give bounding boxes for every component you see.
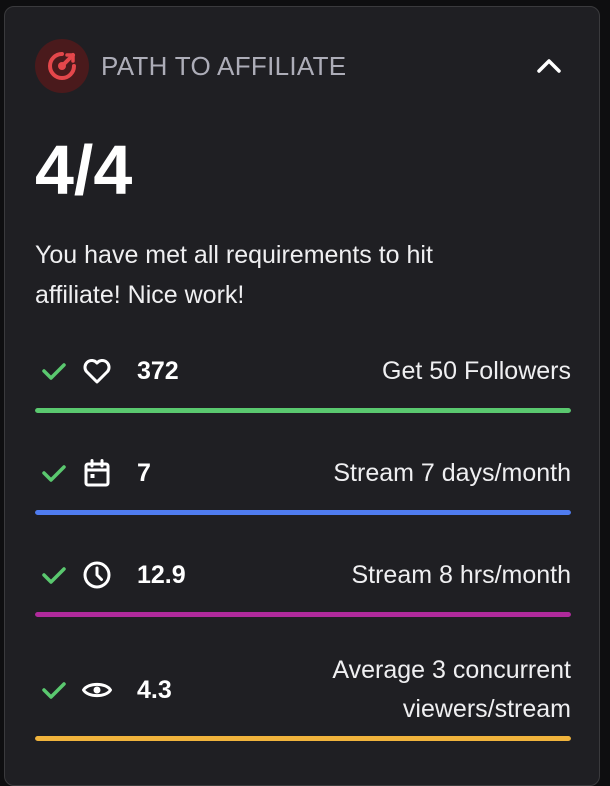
affiliate-badge	[35, 39, 89, 93]
heart-icon	[75, 357, 119, 385]
stream-days-goal: Stream 7 days/month	[333, 458, 571, 487]
collapse-button[interactable]	[529, 46, 569, 86]
stream-hours-value: 12.9	[137, 560, 186, 589]
followers-value: 372	[137, 356, 179, 385]
chevron-up-icon	[537, 59, 561, 73]
stream-hours-goal: Stream 8 hrs/month	[351, 560, 571, 589]
requirement-followers: 372 Get 50 Followers	[35, 351, 571, 421]
check-icon	[35, 680, 75, 700]
followers-progress-bar	[35, 408, 571, 413]
viewers-progress-bar	[35, 736, 571, 741]
requirement-concurrent-viewers: 4.3 Average 3 concurrent viewers/stream	[35, 651, 571, 751]
card-header: PATH TO AFFILIATE	[35, 39, 569, 93]
check-icon	[35, 463, 75, 483]
stream-hours-progress-fill	[35, 612, 571, 617]
affiliate-target-icon	[48, 52, 76, 80]
requirement-stream-hours: 12.9 Stream 8 hrs/month	[35, 555, 571, 625]
requirement-stream-days: 7 Stream 7 days/month	[35, 453, 571, 523]
stream-hours-progress-bar	[35, 612, 571, 617]
stream-days-progress-fill	[35, 510, 571, 515]
stream-days-progress-bar	[35, 510, 571, 515]
viewers-goal: Average 3 concurrent viewers/stream	[332, 656, 571, 723]
requirements-score: 4/4	[35, 131, 133, 209]
eye-icon	[75, 678, 119, 702]
affiliate-progress-card: PATH TO AFFILIATE 4/4 You have met all r…	[4, 6, 600, 786]
viewers-value: 4.3	[137, 675, 172, 704]
calendar-icon	[75, 458, 119, 488]
followers-progress-fill	[35, 408, 571, 413]
followers-goal: Get 50 Followers	[382, 356, 571, 385]
check-icon	[35, 361, 75, 381]
viewers-progress-fill	[35, 736, 571, 741]
status-message: You have met all requirements to hit aff…	[35, 241, 433, 309]
check-icon	[35, 565, 75, 585]
clock-icon	[75, 560, 119, 590]
stream-days-value: 7	[137, 458, 151, 487]
card-title: PATH TO AFFILIATE	[101, 50, 347, 81]
